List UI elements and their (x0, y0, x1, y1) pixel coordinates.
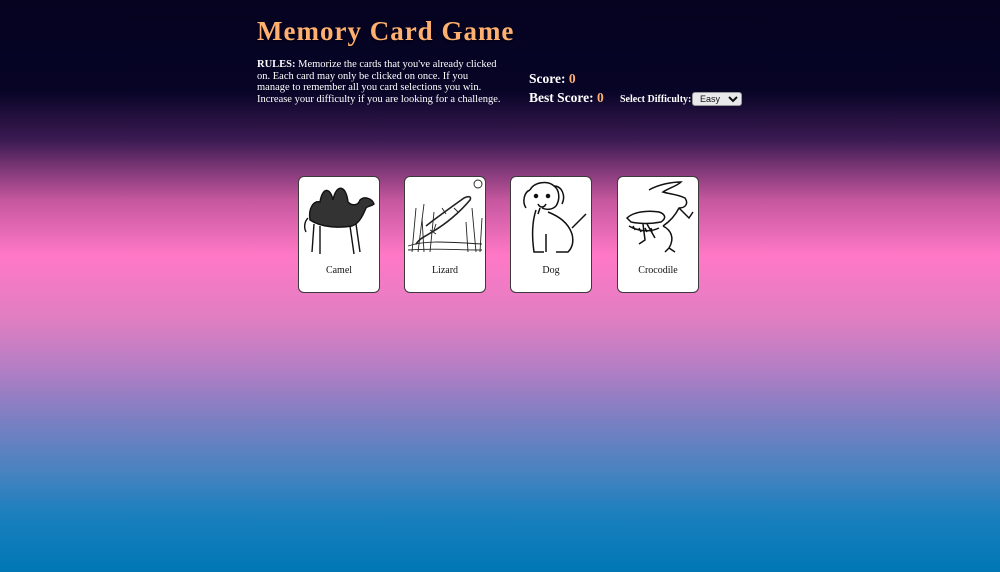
best-score-label: Best Score: (529, 90, 594, 105)
rules-text: RULES: Memorize the cards that you've al… (257, 59, 502, 105)
card-label: Crocodile (638, 265, 678, 276)
lizard-icon (407, 179, 483, 253)
card-label: Camel (325, 265, 353, 276)
card-crocodile[interactable]: Crocodile (617, 176, 699, 293)
difficulty-label: Select Difficulty: (620, 94, 692, 105)
card-label: Lizard (431, 265, 459, 276)
difficulty-select[interactable]: Easy (692, 92, 742, 106)
score-display: Score: 0 (529, 71, 576, 87)
card-dog[interactable]: Dog (510, 176, 592, 293)
score-label: Score: (529, 71, 566, 86)
rules-label: RULES: (257, 59, 296, 70)
camel-icon (303, 187, 375, 255)
best-score-value: 0 (596, 90, 604, 105)
score-value: 0 (568, 71, 576, 86)
card-label: Dog (542, 265, 560, 276)
card-lizard[interactable]: Lizard (404, 176, 486, 293)
card-camel[interactable]: Camel (298, 176, 380, 293)
page-title: Memory Card Game (257, 16, 515, 46)
crocodile-icon (625, 181, 694, 253)
best-score-display: Best Score: 0 (529, 90, 604, 106)
dog-icon (523, 181, 587, 253)
